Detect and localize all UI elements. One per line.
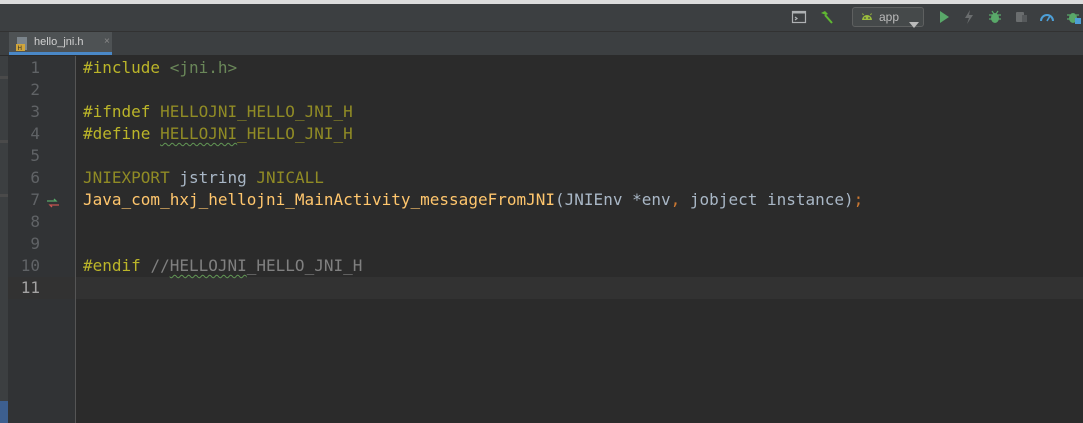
android-debug-icon[interactable] xyxy=(1065,9,1081,25)
run-config-label: app xyxy=(879,10,900,24)
param-instance: jobject instance xyxy=(689,190,845,209)
line-number: 1 xyxy=(30,58,40,77)
editor-tab-bar: H hello_jni.h × xyxy=(0,32,1083,56)
macro-name: HELLOJNI_HELLO_JNI_H xyxy=(160,102,353,121)
preprocessor-directive: #ifndef xyxy=(83,102,151,121)
line-number: 9 xyxy=(30,234,40,253)
attach-debugger-icon[interactable] xyxy=(1013,9,1029,25)
preprocessor-directive: #define xyxy=(83,124,151,143)
macro-name-spellcheck: HELLOJNI xyxy=(160,124,238,143)
line-number: 6 xyxy=(30,168,40,187)
preprocessor-directive: #endif xyxy=(83,256,141,275)
function-name: Java_com_hxj_hellojni_MainActivity_messa… xyxy=(83,190,556,209)
line-number-gutter[interactable]: 1 2 3 4 5 6 7 8 9 10 11 xyxy=(8,56,76,423)
comment-spellcheck: HELLOJNI xyxy=(169,256,247,275)
svg-text:H: H xyxy=(18,45,23,52)
code-line-10: #endif //HELLOJNI_HELLO_JNI_H xyxy=(83,256,363,275)
navigate-to-implementation-icon[interactable] xyxy=(46,193,60,212)
call-macro: JNICALL xyxy=(256,168,324,187)
line-number: 8 xyxy=(30,212,40,231)
main-toolbar: app xyxy=(0,4,1083,32)
code-line-3: #ifndef HELLOJNI_HELLO_JNI_H xyxy=(83,101,353,123)
return-type: jstring xyxy=(179,168,247,187)
terminal-icon[interactable] xyxy=(791,9,807,25)
code-line-4: #define HELLOJNI_HELLO_JNI_H xyxy=(83,123,353,145)
code-line-1: #include <jni.h> xyxy=(83,57,237,79)
run-configuration-dropdown[interactable]: app xyxy=(852,7,924,29)
current-line-highlight xyxy=(76,277,1083,299)
build-hammer-icon[interactable] xyxy=(818,9,834,25)
profiler-icon[interactable] xyxy=(1039,9,1055,25)
include-header: <jni.h> xyxy=(169,58,238,77)
tab-close-icon[interactable]: × xyxy=(104,36,110,47)
line-number: 7 xyxy=(30,190,40,209)
line-number: 10 xyxy=(20,256,40,275)
export-macro: JNIEXPORT xyxy=(83,168,170,187)
apply-changes-icon[interactable] xyxy=(961,9,977,25)
line-number: 4 xyxy=(30,124,40,143)
current-line-number: 11 xyxy=(20,278,40,297)
android-icon xyxy=(860,10,874,29)
line-number: 2 xyxy=(30,80,40,99)
code-editor[interactable]: #include <jni.h> #ifndef HELLOJNI_HELLO_… xyxy=(76,56,1083,423)
run-icon[interactable] xyxy=(936,9,952,25)
macro-name: _HELLO_JNI_H xyxy=(237,124,353,143)
debug-icon[interactable] xyxy=(987,9,1003,25)
line-number: 3 xyxy=(30,102,40,121)
tab-filename: hello_jni.h xyxy=(34,36,84,48)
left-tool-strip xyxy=(0,56,8,423)
code-line-7: Java_com_hxj_hellojni_MainActivity_messa… xyxy=(83,190,864,209)
param-env: JNIEnv *env xyxy=(564,190,671,209)
code-line-6: JNIEXPORT jstring JNICALL xyxy=(83,167,324,189)
dropdown-arrow-icon xyxy=(909,14,919,33)
preprocessor-directive: #include xyxy=(83,58,161,77)
header-file-icon: H xyxy=(16,36,30,56)
tab-hello-jni-h[interactable]: H hello_jni.h × xyxy=(9,32,112,55)
line-number: 5 xyxy=(30,146,40,165)
